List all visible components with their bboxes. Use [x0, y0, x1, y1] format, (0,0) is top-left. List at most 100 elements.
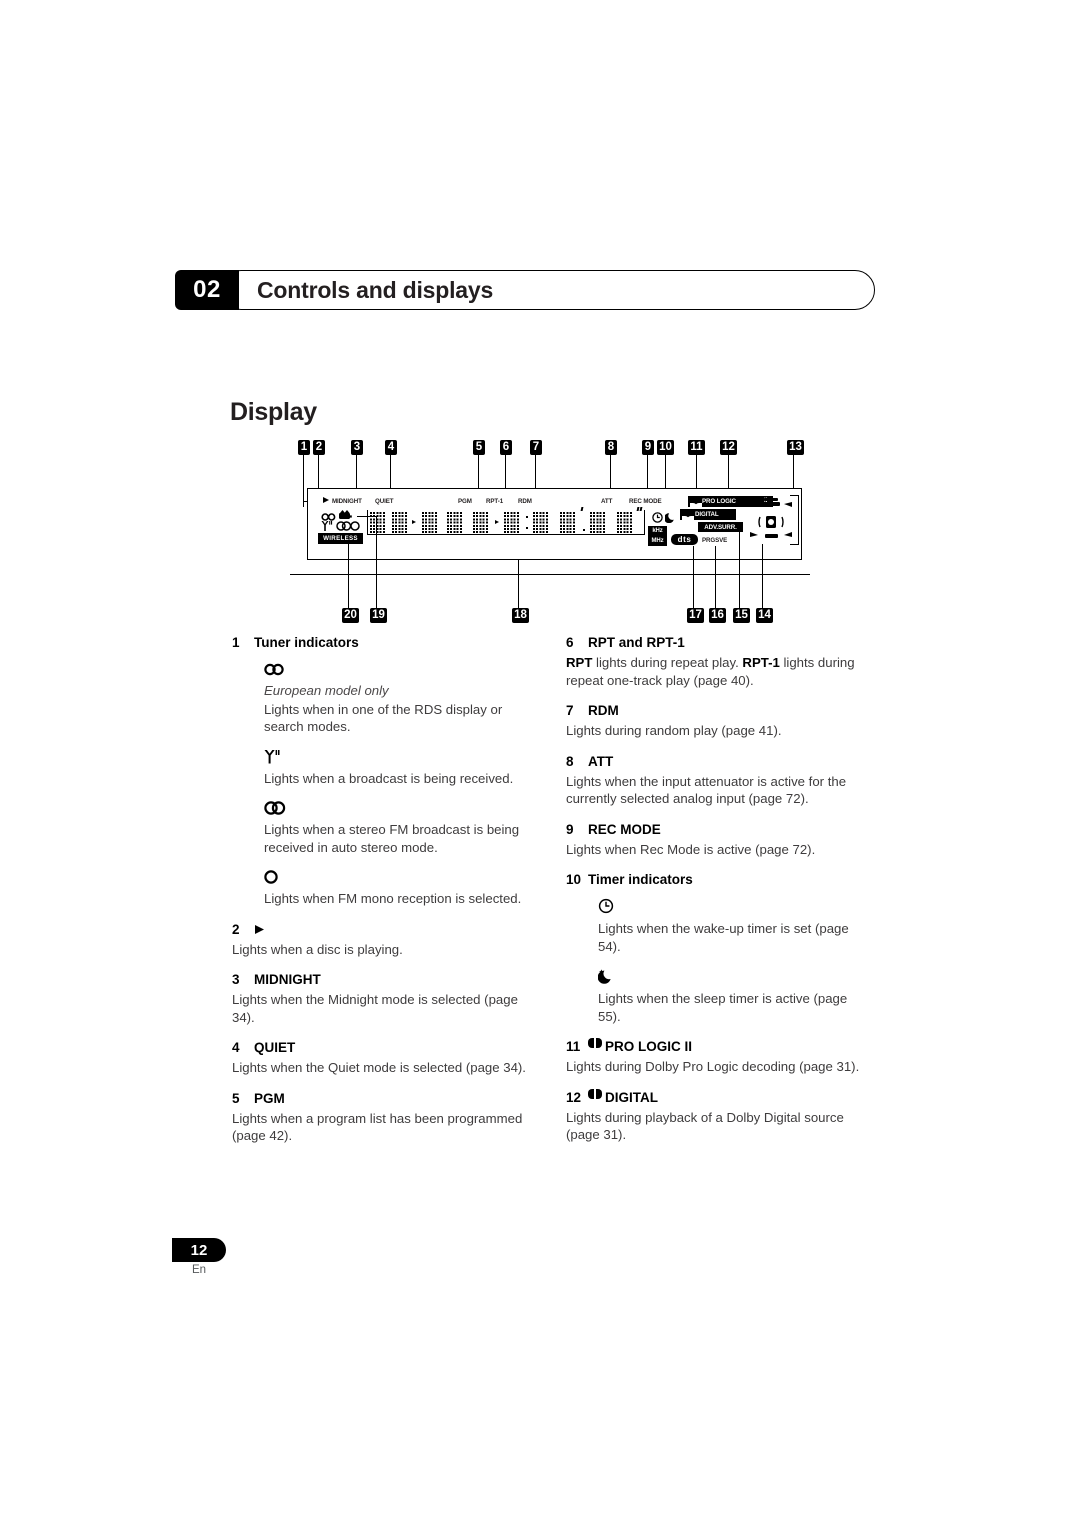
- callout-17: 17: [687, 608, 704, 623]
- item-heading: 3 MIDNIGHT: [232, 971, 532, 989]
- subitem: Lights when the sleep timer is active (p…: [597, 968, 866, 1025]
- dot-matrix-arrow: [412, 520, 416, 524]
- item-heading: 6 RPT and RPT-1: [566, 634, 866, 652]
- panel-label-quiet: QUIET: [375, 498, 394, 505]
- chapter-header: 02 Controls and displays: [175, 270, 875, 310]
- item-title: Timer indicators: [588, 872, 693, 887]
- item-heading: 12 DIGITAL: [566, 1088, 866, 1107]
- panel-label-att: ATT: [601, 498, 613, 505]
- callout-18: 18: [512, 608, 529, 623]
- leader-18: [518, 560, 520, 608]
- display-diagram: 1 2 3 4 5 6 7 8 9 10 11 12 13 20 19 18 1…: [290, 440, 820, 625]
- panel-clock-icon: [652, 510, 663, 523]
- dot-matrix-cell: [560, 512, 576, 534]
- panel-label-wireless: WIRELESS: [318, 533, 363, 544]
- dot-matrix-cell: [447, 512, 463, 534]
- dot-matrix-cell: [590, 512, 606, 534]
- item-title: MIDNIGHT: [254, 972, 321, 987]
- list-item: 4 QUIET Lights when the Quiet mode is se…: [232, 1039, 532, 1077]
- dot-matrix-cell: [504, 512, 520, 534]
- subitem-italic-note: European model only: [264, 683, 389, 698]
- bottom-leader-rail: [290, 574, 810, 576]
- item-body: Lights when the input attenuator is acti…: [566, 773, 847, 807]
- item-number: 11: [566, 1039, 581, 1054]
- callout-16: 16: [709, 608, 726, 623]
- list-item: 2 Lights when a disc is playing.: [232, 921, 532, 959]
- item-title: PGM: [254, 1090, 285, 1106]
- speaker-bracket-t: [790, 495, 799, 497]
- subitem: Lights when FM mono reception is selecte…: [264, 869, 532, 908]
- leader-19: [376, 516, 378, 608]
- subitem: Lights when a stereo FM broadcast is bei…: [264, 800, 532, 856]
- dolby-double-d-icon: [588, 1038, 603, 1048]
- section-heading: Display: [230, 398, 317, 426]
- list-item: 1 Tuner indicators European model only L…: [232, 634, 532, 908]
- item-number: 8: [566, 753, 574, 769]
- panel-label-pgm: PGM: [458, 498, 472, 505]
- page-number-badge: 12: [172, 1238, 226, 1262]
- list-item: 8 ATT Lights when the input attenuator i…: [566, 753, 866, 808]
- moon-icon: [597, 968, 866, 989]
- list-item: 12 DIGITAL Lights during playback of a D…: [566, 1088, 866, 1144]
- dot-matrix-cell: [422, 512, 438, 534]
- panel-label-midnight: MIDNIGHT: [332, 498, 362, 505]
- panel-moon-icon: [664, 510, 676, 524]
- leader-20: [348, 544, 350, 608]
- antenna-icon: [264, 749, 532, 769]
- chapter-number-badge: 02: [175, 270, 239, 310]
- subitem-text: Lights when a stereo FM broadcast is bei…: [264, 822, 520, 855]
- panel-tape-icon: [339, 507, 352, 519]
- dot-matrix-arrow: [495, 520, 499, 524]
- callout-14: 14: [756, 608, 773, 623]
- list-item: 6 RPT and RPT-1 RPT lights during repeat…: [566, 634, 866, 689]
- callout-12: 12: [720, 440, 737, 455]
- item-body: Lights during Dolby Pro Logic decoding (…: [566, 1059, 860, 1074]
- dot-matrix-colon: [526, 516, 528, 518]
- callout-4: 4: [385, 440, 397, 455]
- rds-icon: [264, 661, 532, 681]
- item-heading: 10 Timer indicators: [566, 871, 866, 889]
- callout-13: 13: [787, 440, 804, 455]
- language-code: En: [191, 1264, 207, 1276]
- item-heading: 4 QUIET: [232, 1039, 532, 1057]
- callout-2: 2: [313, 440, 325, 455]
- speaker-layout-icon: [746, 496, 798, 546]
- callout-9: 9: [642, 440, 654, 455]
- item-number: 10: [566, 872, 582, 887]
- item-heading: 5 PGM: [232, 1090, 532, 1108]
- item-title: Tuner indicators: [254, 635, 359, 650]
- callout-15: 15: [733, 608, 750, 623]
- clock-icon: [598, 898, 866, 919]
- dolby-double-d-icon: [588, 1088, 603, 1099]
- dot-matrix-bracket-l: [367, 510, 369, 535]
- callout-11: 11: [688, 440, 705, 455]
- list-item: 11 PRO LOGIC II Lights during Dolby Pro …: [566, 1038, 866, 1076]
- item-number: 7: [566, 703, 574, 718]
- callout-7: 7: [530, 440, 542, 455]
- item-body: Lights when Rec Mode is active (page 72)…: [566, 841, 816, 857]
- dot-matrix-cell: [617, 512, 633, 534]
- dolby-double-d-icon: [690, 498, 702, 511]
- dot-matrix-period: [583, 529, 585, 531]
- callout-20: 20: [342, 608, 359, 623]
- item-body: Lights during random play (page 41).: [566, 723, 782, 738]
- item-number: 1: [232, 635, 240, 650]
- item-heading: 1 Tuner indicators: [232, 634, 532, 652]
- item-heading: 9 REC MODE: [566, 821, 866, 839]
- dot-matrix-bracket-r: [644, 510, 646, 535]
- list-item: 10 Timer indicators Lights when the wake…: [566, 871, 866, 1025]
- dot-matrix-colon: [526, 527, 528, 529]
- chapter-title-text: Controls and displays: [257, 276, 494, 303]
- play-icon: [254, 921, 266, 939]
- callout-8: 8: [605, 440, 617, 455]
- subitem-text: Lights when a broadcast is being receive…: [264, 770, 514, 786]
- list-item: 5 PGM Lights when a program list has bee…: [232, 1090, 532, 1145]
- panel-label-rpt1: RPT-1: [486, 498, 504, 505]
- subitem-text: Lights when FM mono reception is selecte…: [264, 891, 522, 906]
- item-heading: 8 ATT: [566, 753, 866, 771]
- item-body: Lights when the Midnight mode is selecte…: [232, 992, 518, 1025]
- right-text-column: 6 RPT and RPT-1 RPT lights during repeat…: [566, 634, 866, 1157]
- item-body: Lights when a program list has been prog…: [232, 1110, 523, 1144]
- dot-matrix-bracket-h: [367, 534, 645, 536]
- speaker-bracket-b: [790, 544, 799, 546]
